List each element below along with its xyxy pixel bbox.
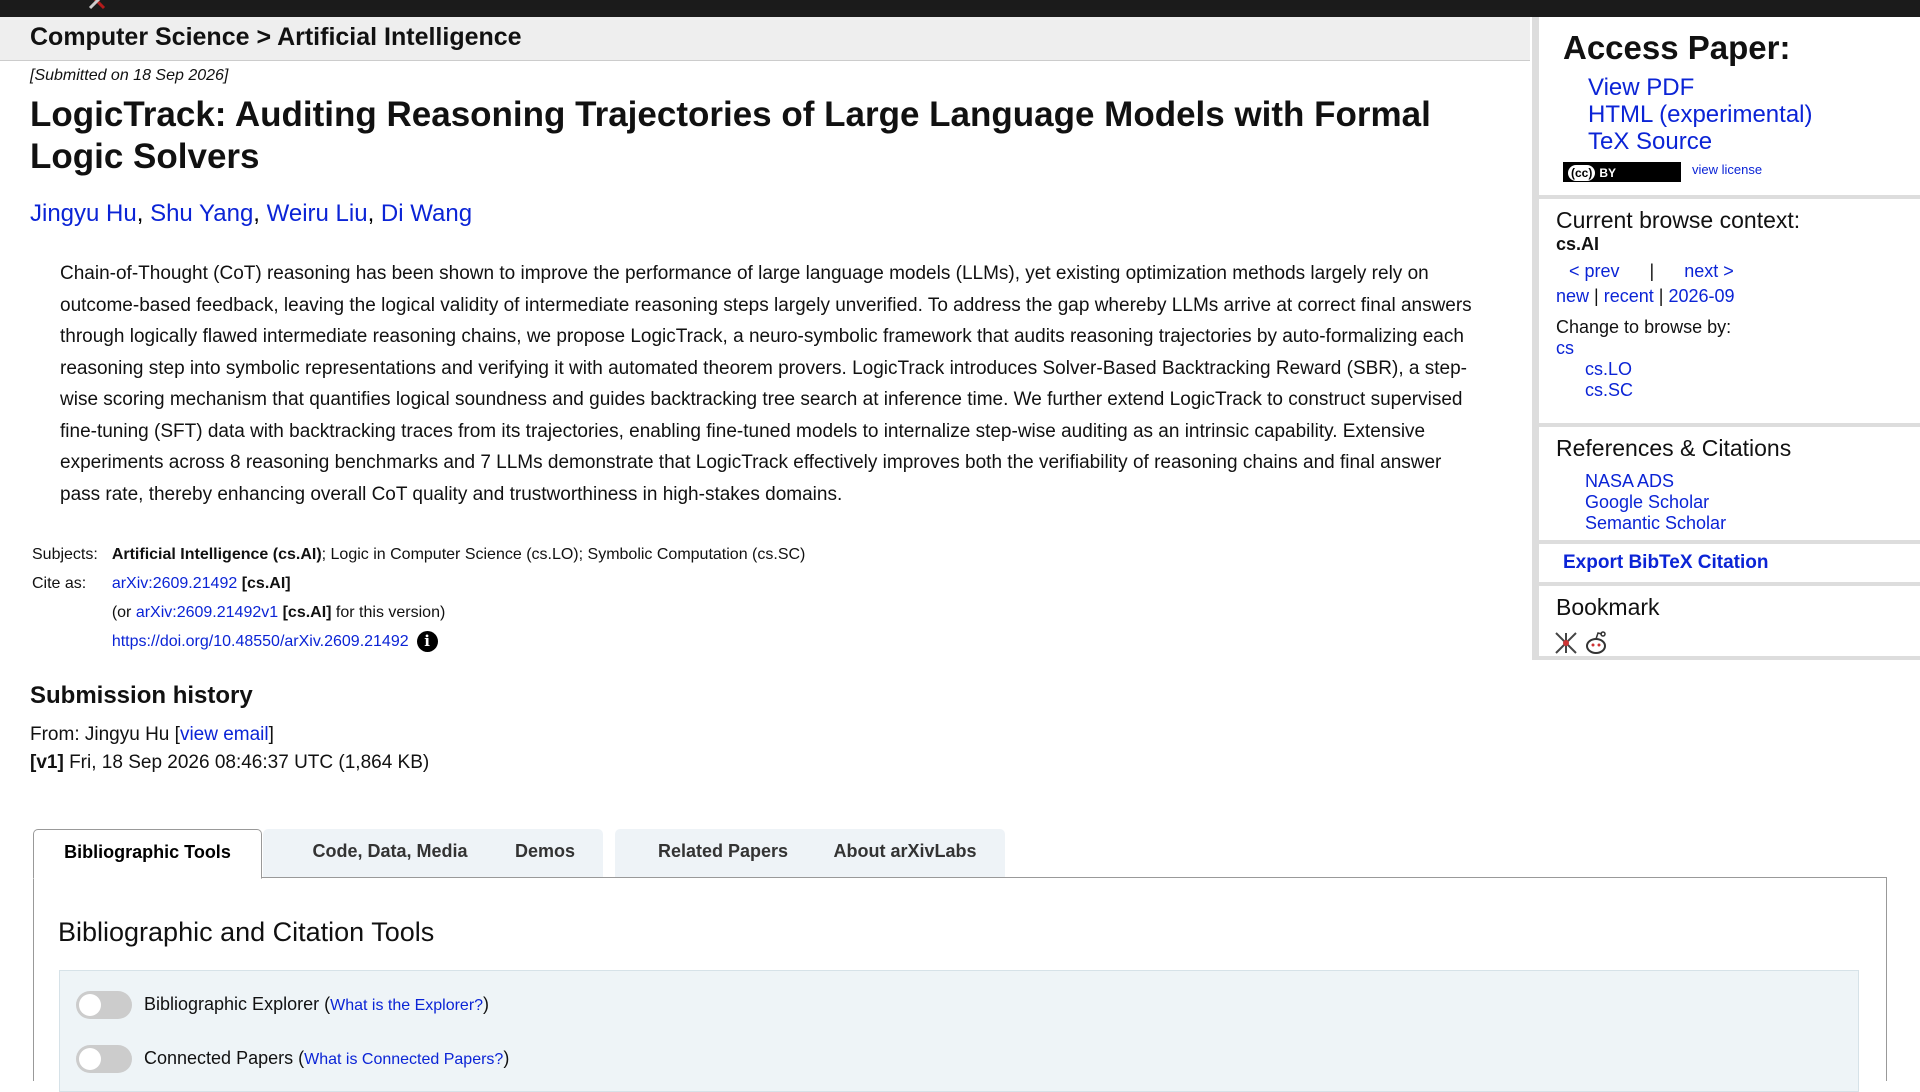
submitter-text: From: Jingyu Hu [: [30, 724, 180, 745]
bibsonomy-icon[interactable]: [1553, 630, 1579, 656]
tab-code-data-media[interactable]: Code, Data, Media: [263, 829, 517, 877]
references-box: References & Citations NASA ADS Google S…: [1539, 427, 1920, 540]
access-paper-heading: Access Paper:: [1563, 29, 1791, 66]
primary-subject: Artificial Intelligence (cs.AI): [111, 546, 322, 563]
nav-separator: |: [1649, 261, 1655, 281]
bookmark-box: Bookmark: [1539, 586, 1920, 656]
what-is-explorer-link[interactable]: What is the Explorer?: [330, 997, 483, 1014]
view-license-link[interactable]: view license: [1692, 162, 1762, 177]
tool-suffix: ): [483, 993, 490, 1014]
bibtex-box: Export BibTeX Citation: [1539, 544, 1920, 582]
prev-next-nav: < prev | next >: [1569, 261, 1734, 282]
top-bar: [0, 0, 1920, 17]
what-is-connected-papers-link[interactable]: What is Connected Papers?: [304, 1051, 503, 1068]
by-label: BY: [1599, 166, 1617, 180]
author-link[interactable]: Di Wang: [381, 200, 472, 227]
info-icon[interactable]: i: [416, 631, 438, 652]
subjects-value: Artificial Intelligence (cs.AI); Logic i…: [110, 544, 808, 573]
nasa-ads-link[interactable]: NASA ADS: [1585, 471, 1674, 492]
browse-cs-lo-link[interactable]: cs.LO: [1585, 359, 1632, 380]
version-tag[interactable]: [v1]: [30, 752, 64, 773]
tool-row-connected-papers: Connected Papers (What is Connected Pape…: [76, 1045, 509, 1075]
cite-id-link[interactable]: arXiv:2609.21492: [112, 575, 237, 592]
tool-row-explorer: Bibliographic Explorer (What is the Expl…: [76, 991, 489, 1021]
submission-history-heading: Submission history: [30, 682, 253, 709]
author-link[interactable]: Weiru Liu: [267, 200, 368, 227]
browse-context-heading: Current browse context:: [1556, 207, 1801, 233]
submitter-suffix: ]: [268, 724, 274, 745]
paper-title: LogicTrack: Auditing Reasoning Trajector…: [30, 95, 1431, 176]
arxiv-logo-icon[interactable]: [84, 0, 130, 10]
cite-version-link[interactable]: arXiv:2609.21492v1: [136, 604, 278, 621]
references-heading: References & Citations: [1556, 435, 1792, 461]
tab-panel: Bibliographic and Citation Tools Bibliog…: [33, 877, 1887, 1092]
submitter-line: From: Jingyu Hu [view email]: [30, 724, 274, 746]
tab-about-arxivlabs[interactable]: About arXivLabs: [805, 829, 1005, 877]
cite-version-suffix: for this version): [331, 604, 446, 621]
tool-label: Connected Papers (: [144, 1047, 305, 1068]
view-pdf-link[interactable]: View PDF: [1588, 74, 1694, 102]
month-link[interactable]: 2026-09: [1668, 286, 1734, 306]
cite-category: [cs.AI]: [237, 575, 291, 592]
recent-link[interactable]: recent: [1604, 286, 1654, 306]
browse-cs-sc-link[interactable]: cs.SC: [1585, 380, 1633, 401]
tool-suffix: ): [503, 1047, 510, 1068]
author-link[interactable]: Jingyu Hu: [30, 200, 137, 227]
explorer-toggle[interactable]: [76, 991, 132, 1019]
tool-label: Bibliographic Explorer (: [144, 993, 331, 1014]
change-browse-label: Change to browse by:: [1556, 317, 1732, 337]
submission-date: [Submitted on 18 Sep 2026]: [30, 67, 229, 84]
new-link[interactable]: new: [1556, 286, 1589, 306]
version-date: Fri, 18 Sep 2026 08:46:37 UTC (1,864 KB): [63, 752, 430, 773]
semantic-scholar-link[interactable]: Semantic Scholar: [1585, 513, 1726, 534]
listing-nav: new | recent | 2026-09: [1556, 286, 1735, 306]
metadata-table: Subjects: Artificial Intelligence (cs.AI…: [30, 544, 807, 660]
author-link[interactable]: Shu Yang: [150, 200, 253, 227]
cc-icon: (cc): [1568, 165, 1596, 181]
browse-context-value: cs.AI: [1556, 234, 1600, 254]
author-list: Jingyu Hu, Shu Yang, Weiru Liu, Di Wang: [30, 200, 473, 227]
cite-label: Cite as:: [32, 575, 87, 592]
connected-papers-toggle[interactable]: [76, 1045, 132, 1073]
browse-context-box: Current browse context: cs.AI < prev | n…: [1539, 199, 1920, 423]
other-subjects: ; Logic in Computer Science (cs.LO); Sym…: [321, 546, 806, 563]
cite-version-category: [cs.AI]: [278, 604, 332, 621]
sidebar: Access Paper: View PDF HTML (experimenta…: [1532, 17, 1920, 660]
access-paper-box: Access Paper: View PDF HTML (experimenta…: [1539, 17, 1920, 195]
view-email-link[interactable]: view email: [180, 724, 269, 745]
tex-source-link[interactable]: TeX Source: [1588, 128, 1712, 156]
bookmark-heading: Bookmark: [1556, 594, 1660, 620]
html-link[interactable]: HTML (experimental): [1588, 101, 1813, 129]
cite-version-prefix: (or: [111, 604, 136, 621]
tab-bibliographic-tools[interactable]: Bibliographic Tools: [33, 829, 262, 879]
cc-by-license-badge[interactable]: (cc) BY: [1563, 162, 1681, 182]
export-bibtex-link[interactable]: Export BibTeX Citation: [1563, 552, 1768, 574]
prev-link[interactable]: < prev: [1569, 261, 1620, 281]
tab-demos[interactable]: Demos: [487, 829, 603, 877]
subjects-label: Subjects:: [32, 546, 98, 563]
breadcrumb-bar: Computer Science > Artificial Intelligen…: [0, 17, 1530, 61]
next-link[interactable]: next >: [1684, 261, 1734, 281]
version-line: [v1] Fri, 18 Sep 2026 08:46:37 UTC (1,86…: [30, 752, 429, 774]
panel-heading: Bibliographic and Citation Tools: [58, 917, 435, 947]
tab-related-papers[interactable]: Related Papers: [615, 829, 831, 877]
tool-list: Bibliographic Explorer (What is the Expl…: [59, 970, 1859, 1092]
browse-cs-link[interactable]: cs: [1556, 338, 1574, 359]
breadcrumb[interactable]: Computer Science > Artificial Intelligen…: [30, 23, 522, 52]
reddit-icon[interactable]: [1583, 630, 1609, 656]
doi-link[interactable]: https://doi.org/10.48550/arXiv.2609.2149…: [112, 633, 409, 650]
abstract: Chain-of-Thought (CoT) reasoning has bee…: [60, 263, 1472, 505]
google-scholar-link[interactable]: Google Scholar: [1585, 492, 1709, 513]
